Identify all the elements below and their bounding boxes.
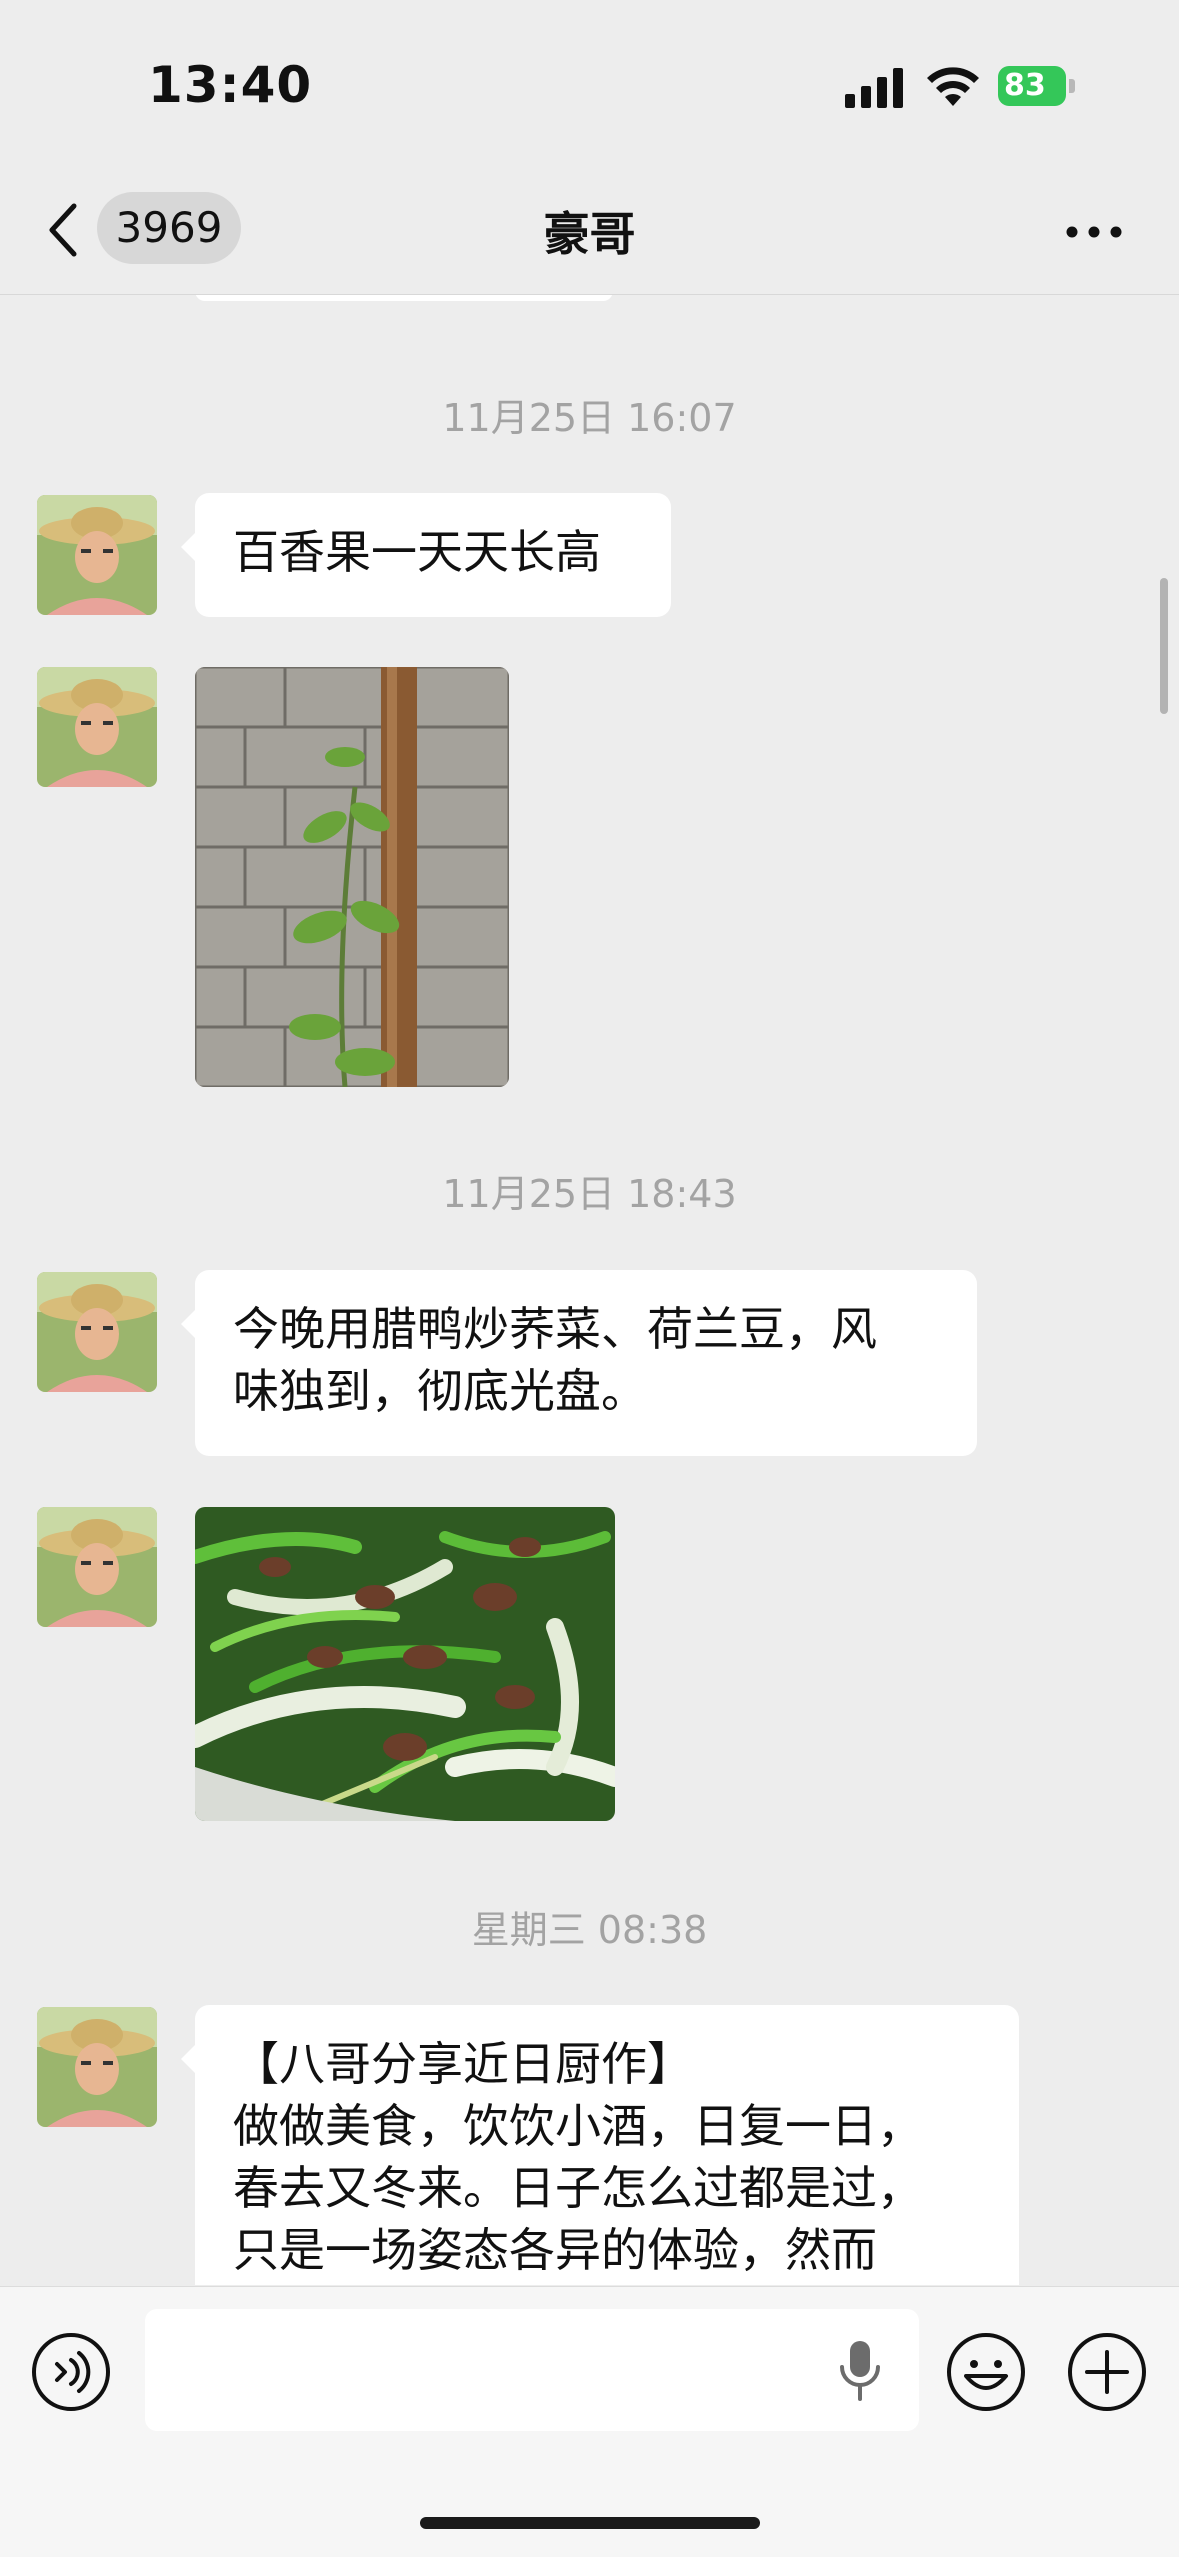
message-text: 百香果一天天长高: [233, 525, 601, 579]
text-message-bubble[interactable]: 【八哥分享近日厨作】 做做美食，饮饮小酒，日复一日， 春去又冬来。日子怎么过都是…: [181, 2005, 1019, 2285]
status-bar: 13:40 83: [0, 0, 1179, 170]
battery-icon: 83: [998, 66, 1078, 106]
scrollbar[interactable]: [1160, 578, 1168, 714]
chat-title: 豪哥: [543, 207, 636, 261]
previous-message-bubble: [195, 295, 613, 301]
text-message-bubble[interactable]: 今晚用腊鸭炒荞菜、荷兰豆，风 味独到，彻底光盘。: [181, 1270, 977, 1456]
add-attachment-icon[interactable]: [1067, 2332, 1147, 2412]
home-indicator[interactable]: [420, 2517, 760, 2529]
emoji-icon[interactable]: [946, 2332, 1026, 2412]
more-options-icon[interactable]: [1064, 222, 1124, 242]
wifi-icon: [927, 67, 979, 106]
voice-input-icon[interactable]: [31, 2332, 111, 2412]
message-text-input[interactable]: [145, 2309, 919, 2431]
passion-fruit-plant-photo[interactable]: [195, 667, 509, 1087]
contact-avatar[interactable]: [37, 2007, 157, 2127]
status-time: 13:40: [148, 56, 313, 114]
message-list[interactable]: 11月25日 16:07 百香果一天天长高 11月25日 18:43 今晚用腊鸭…: [0, 295, 1179, 2285]
battery-level: 83: [998, 66, 1066, 106]
stir-fry-dish-photo[interactable]: [195, 1507, 615, 1821]
message-timestamp: 11月25日 16:07: [442, 396, 737, 440]
cellular-signal-icon: [845, 68, 903, 108]
message-timestamp: 11月25日 18:43: [442, 1172, 737, 1216]
message-text: 今晚用腊鸭炒荞菜、荷兰豆，风 味独到，彻底光盘。: [233, 1302, 877, 1418]
text-message-bubble[interactable]: 百香果一天天长高: [181, 493, 671, 617]
contact-avatar[interactable]: [37, 667, 157, 787]
chat-header: 3969 豪哥: [0, 170, 1179, 295]
contact-avatar[interactable]: [37, 495, 157, 615]
message-timestamp: 星期三 08:38: [471, 1908, 708, 1952]
contact-avatar[interactable]: [37, 1272, 157, 1392]
contact-avatar[interactable]: [37, 1507, 157, 1627]
message-text: 【八哥分享近日厨作】 做做美食，饮饮小酒，日复一日， 春去又冬来。日子怎么过都是…: [233, 2037, 923, 2277]
microphone-icon[interactable]: [838, 2339, 882, 2403]
